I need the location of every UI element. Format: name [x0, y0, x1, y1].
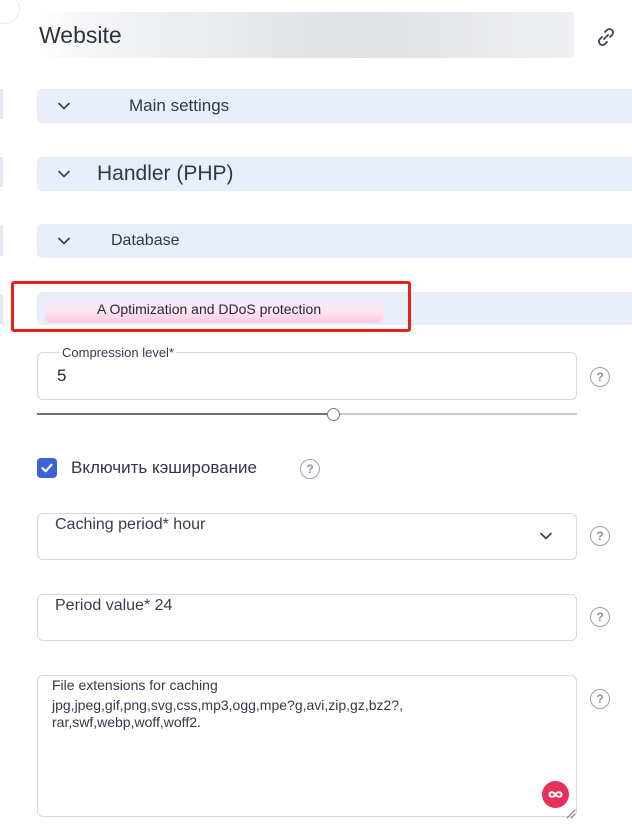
- help-icon[interactable]: ?: [590, 367, 610, 387]
- enable-caching-checkbox[interactable]: [37, 458, 57, 478]
- help-icon[interactable]: ?: [300, 459, 320, 479]
- left-edge-marker: [0, 157, 3, 187]
- highlight-frame: [11, 281, 411, 332]
- file-extensions-label: File extensions for caching: [52, 677, 218, 693]
- infinity-icon[interactable]: [542, 781, 569, 808]
- section-label: Database: [111, 232, 180, 249]
- compression-slider-thumb[interactable]: [327, 408, 340, 421]
- link-icon[interactable]: [594, 25, 618, 49]
- left-edge-marker: [0, 294, 3, 324]
- section-label: Main settings: [129, 96, 230, 115]
- file-extensions-value: jpg,jpeg,gif,png,svg,css,mp3,ogg,mpe?g,a…: [52, 697, 432, 731]
- compression-slider-fill: [37, 413, 334, 415]
- help-icon[interactable]: ?: [590, 526, 610, 546]
- left-edge-marker: [0, 226, 3, 256]
- section-label: Handler (PHP): [97, 162, 234, 185]
- caching-period-label: Caching period* hour: [55, 516, 206, 533]
- compression-level-label: Compression level*: [60, 343, 176, 363]
- file-extensions-line: rar,swf,webp,woff,woff2.: [52, 714, 201, 730]
- page-title: Website: [39, 22, 122, 48]
- section-main-settings[interactable]: Main settings: [37, 89, 632, 123]
- compression-level-value: 5: [57, 366, 67, 385]
- left-edge-marker: [0, 89, 3, 119]
- period-value-label: Period value* 24: [55, 597, 173, 614]
- enable-caching-label: Включить кэширование: [71, 458, 257, 477]
- panel-edge-arc: [0, 0, 20, 24]
- chevron-down-icon[interactable]: [538, 528, 554, 544]
- help-icon[interactable]: ?: [590, 607, 610, 627]
- section-handler-php[interactable]: Handler (PHP): [37, 157, 632, 191]
- resize-grip-icon[interactable]: [566, 806, 576, 819]
- file-extensions-line: jpg,jpeg,gif,png,svg,css,mp3,ogg,mpe?g,a…: [52, 697, 403, 713]
- chevron-down-icon: [56, 98, 72, 114]
- chevron-down-icon: [56, 166, 72, 182]
- chevron-down-icon: [56, 233, 72, 249]
- help-icon[interactable]: ?: [590, 689, 610, 709]
- section-database[interactable]: Database: [37, 224, 632, 258]
